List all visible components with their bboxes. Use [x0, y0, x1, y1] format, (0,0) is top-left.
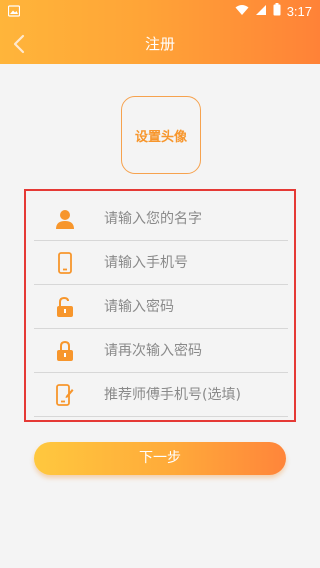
name-placeholder: 请输入您的名字 [104, 211, 202, 227]
clock-time: 3:17 [286, 3, 312, 19]
lock-open-icon [54, 296, 76, 318]
wifi-icon [235, 4, 249, 19]
image-notification-icon [7, 5, 21, 20]
status-bar: 3:17 [0, 0, 320, 24]
phone-placeholder: 请输入手机号 [104, 255, 188, 271]
confirm-password-placeholder: 请再次输入密码 [104, 343, 202, 359]
password-placeholder: 请输入密码 [104, 299, 174, 315]
lock-icon [54, 340, 76, 362]
referrer-phone-field[interactable]: 推荐师傅手机号(选填) [34, 373, 288, 417]
signal-icon [255, 4, 267, 19]
edit-phone-icon [54, 384, 76, 406]
app-header: 注册 [0, 24, 320, 64]
password-field[interactable]: 请输入密码 [34, 285, 288, 329]
phone-icon [54, 252, 76, 274]
registration-form: 请输入您的名字 请输入手机号 请输入密码 请再次输入密码 推荐师傅手机号(选填) [24, 189, 296, 422]
confirm-password-field[interactable]: 请再次输入密码 [34, 329, 288, 373]
next-step-button[interactable]: 下一步 [34, 442, 286, 475]
name-field[interactable]: 请输入您的名字 [34, 197, 288, 241]
battery-icon [273, 3, 281, 19]
set-avatar-label: 设置头像 [134, 129, 187, 145]
next-step-label: 下一步 [139, 450, 181, 466]
page-title: 注册 [144, 35, 175, 53]
user-icon [54, 208, 76, 230]
referrer-phone-placeholder: 推荐师傅手机号(选填) [104, 387, 241, 403]
status-icons: 3:17 [235, 3, 312, 19]
phone-field[interactable]: 请输入手机号 [34, 241, 288, 285]
set-avatar-button[interactable]: 设置头像 [121, 96, 201, 174]
